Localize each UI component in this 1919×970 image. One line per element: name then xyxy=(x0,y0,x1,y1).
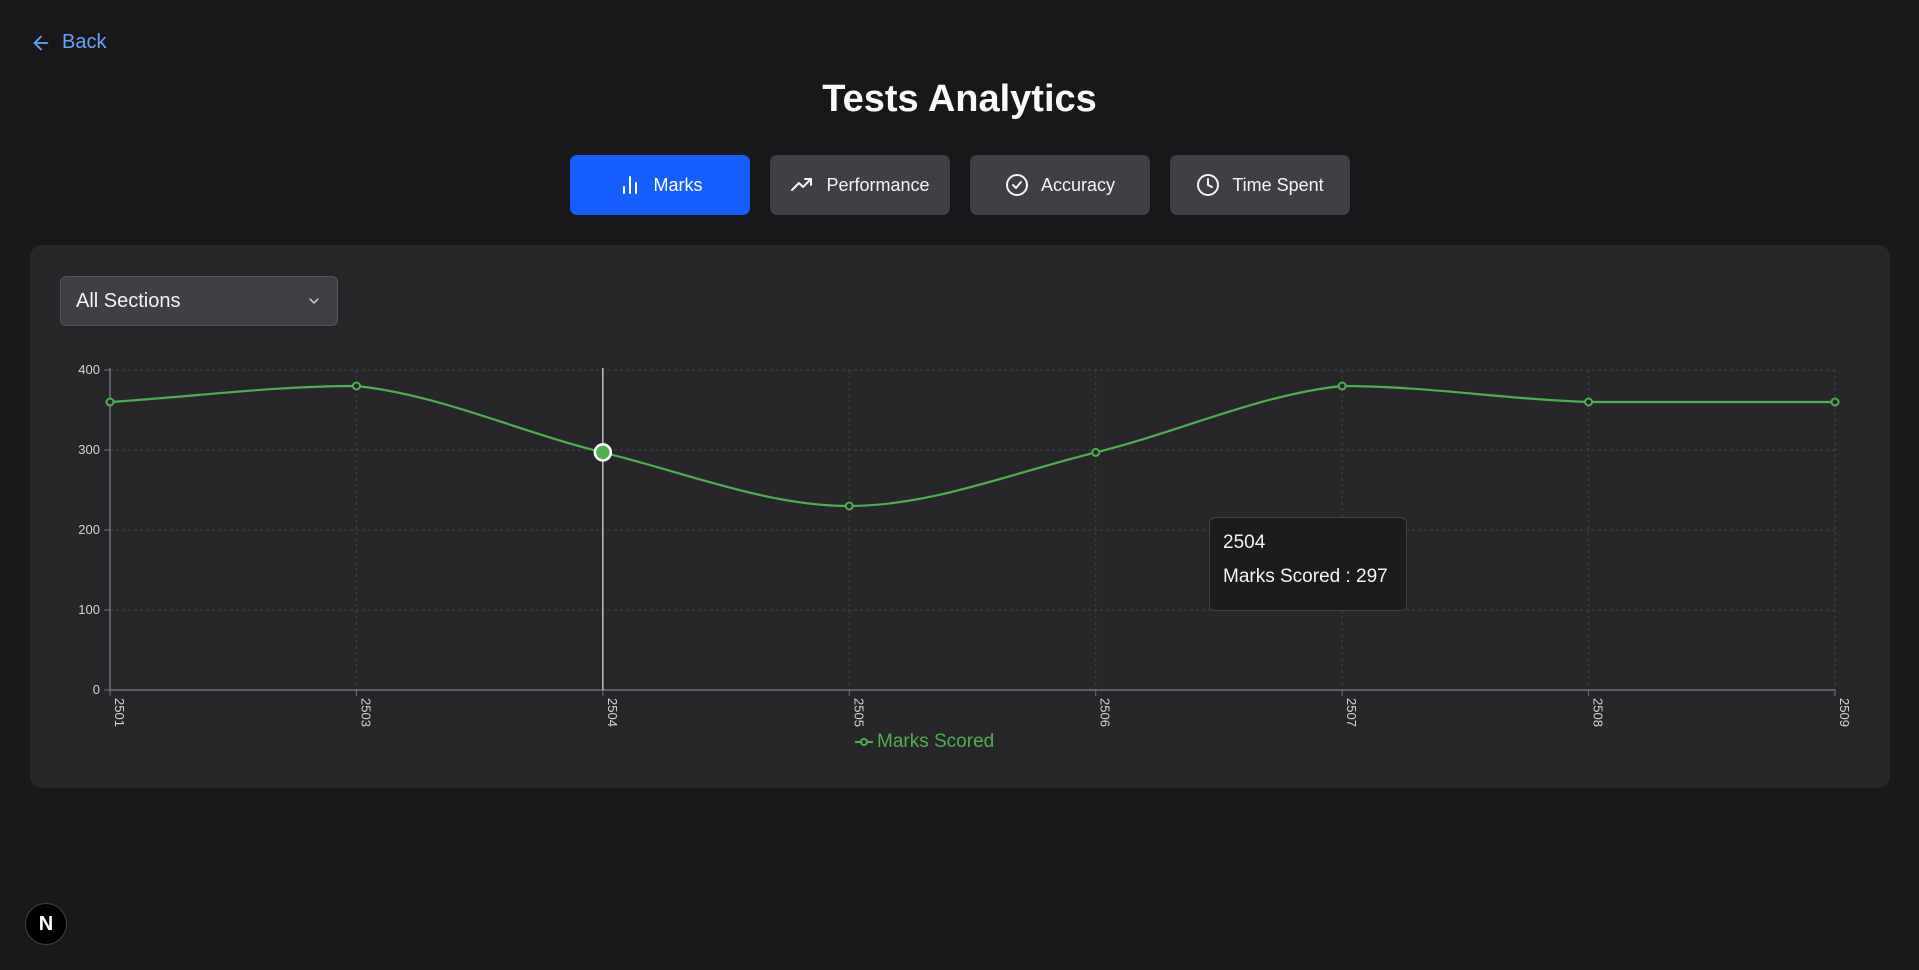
data-point xyxy=(1337,381,1347,391)
x-tick-label: 2503 xyxy=(358,698,373,727)
tooltip-value: 297 xyxy=(1356,566,1388,587)
data-point xyxy=(1584,397,1594,407)
x-tick-label: 2501 xyxy=(112,698,127,727)
data-point xyxy=(351,381,361,391)
data-point xyxy=(1091,447,1101,457)
x-tick-label: 2509 xyxy=(1837,698,1852,727)
x-tick-label: 2505 xyxy=(851,698,866,727)
marks-line-chart[interactable]: 0 100 200 300 400 2501 2503 2504 2505 2506 2507 250… xyxy=(0,0,1919,760)
nextjs-badge[interactable]: N xyxy=(25,903,67,945)
x-tick-label: 2507 xyxy=(1344,698,1359,727)
data-point xyxy=(1830,397,1840,407)
tooltip-series: Marks Scored xyxy=(1223,566,1341,587)
y-tick-label: 300 xyxy=(78,442,100,457)
x-tick-label: 2506 xyxy=(1098,698,1113,727)
active-data-point xyxy=(593,443,613,462)
data-point xyxy=(105,397,115,407)
y-tick-label: 200 xyxy=(78,522,100,537)
x-tick-label: 2508 xyxy=(1591,698,1606,727)
x-tick-label: 2504 xyxy=(605,698,620,727)
tooltip-value-row: Marks Scored : 297 xyxy=(1223,566,1393,588)
tooltip-label: 2504 xyxy=(1223,532,1266,553)
y-tick-label: 100 xyxy=(78,602,100,617)
y-tick-label: 400 xyxy=(78,362,100,377)
series-line xyxy=(109,384,1835,508)
y-tick-label: 0 xyxy=(93,682,100,697)
legend-label: Marks Scored xyxy=(877,731,995,752)
chart-legend[interactable]: Marks Scored xyxy=(855,731,994,753)
chart-tooltip: 2504 Marks Scored : 297 xyxy=(1209,517,1407,611)
data-point xyxy=(844,501,854,511)
badge-letter: N xyxy=(38,912,54,935)
legend-line-icon xyxy=(855,738,873,746)
tooltip-separator: : xyxy=(1340,566,1357,587)
